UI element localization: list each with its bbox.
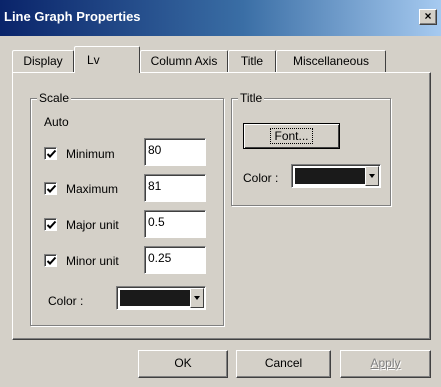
scale-color-picker[interactable] <box>116 286 206 310</box>
title-color-swatch <box>295 168 365 184</box>
title-legend: Title <box>238 91 265 105</box>
title-group: Title Font... Color : <box>231 91 391 206</box>
font-button-label: Font... <box>270 128 313 144</box>
font-button[interactable]: Font... <box>243 123 340 149</box>
tab-label: Column Axis <box>150 54 218 68</box>
close-icon: × <box>424 9 432 23</box>
cancel-button[interactable]: Cancel <box>236 350 331 378</box>
tab-label: Lv <box>87 53 100 67</box>
minor-unit-checkbox[interactable] <box>44 254 57 267</box>
check-icon <box>46 149 57 158</box>
check-icon <box>46 256 57 265</box>
apply-label: Apply <box>370 356 401 370</box>
maximum-label: Maximum <box>66 182 119 196</box>
check-icon <box>46 184 57 193</box>
tab-title[interactable]: Title <box>228 50 276 72</box>
scale-legend: Scale <box>37 91 72 105</box>
title-color-label: Color : <box>243 171 279 185</box>
scale-color-dropdown-button[interactable] <box>190 288 204 308</box>
minimum-input[interactable]: 80 <box>144 138 206 166</box>
title-bar[interactable]: Line Graph Properties × <box>0 0 441 36</box>
minor-unit-input[interactable]: 0.25 <box>144 246 206 274</box>
tab-label: Display <box>23 54 63 68</box>
scale-group: Scale Auto Minimum 80 Maximum 81 Major u… <box>30 91 224 326</box>
maximum-input[interactable]: 81 <box>144 174 206 202</box>
major-unit-label: Major unit <box>66 218 119 232</box>
chevron-down-icon <box>194 296 200 300</box>
title-color-picker[interactable] <box>291 164 381 188</box>
tab-miscellaneous[interactable]: Miscellaneous <box>276 50 386 72</box>
tab-panel-lv: Scale Auto Minimum 80 Maximum 81 Major u… <box>12 72 431 340</box>
ok-button[interactable]: OK <box>138 350 228 378</box>
minor-unit-label: Minor unit <box>66 254 119 268</box>
scale-color-swatch <box>120 290 190 306</box>
tab-column-axis[interactable]: Column Axis <box>140 50 228 72</box>
tab-label: Title <box>240 54 264 68</box>
tab-label: Miscellaneous <box>292 54 370 68</box>
window-title: Line Graph Properties <box>4 9 141 24</box>
close-button[interactable]: × <box>419 9 437 25</box>
chevron-down-icon <box>369 174 375 178</box>
maximum-checkbox[interactable] <box>44 182 57 195</box>
minimum-checkbox[interactable] <box>44 147 57 160</box>
minimum-label: Minimum <box>66 147 115 161</box>
major-unit-checkbox[interactable] <box>44 218 57 231</box>
tab-display[interactable]: Display <box>12 50 74 72</box>
tab-lv[interactable]: Lv <box>74 46 140 73</box>
major-unit-input[interactable]: 0.5 <box>144 210 206 238</box>
check-icon <box>46 220 57 229</box>
scale-color-label: Color : <box>48 294 84 308</box>
apply-button[interactable]: Apply <box>340 350 431 378</box>
line-graph-properties-dialog: Line Graph Properties × Display Lv Colum… <box>0 0 441 387</box>
title-color-dropdown-button[interactable] <box>365 166 379 186</box>
auto-label: Auto <box>44 115 69 129</box>
